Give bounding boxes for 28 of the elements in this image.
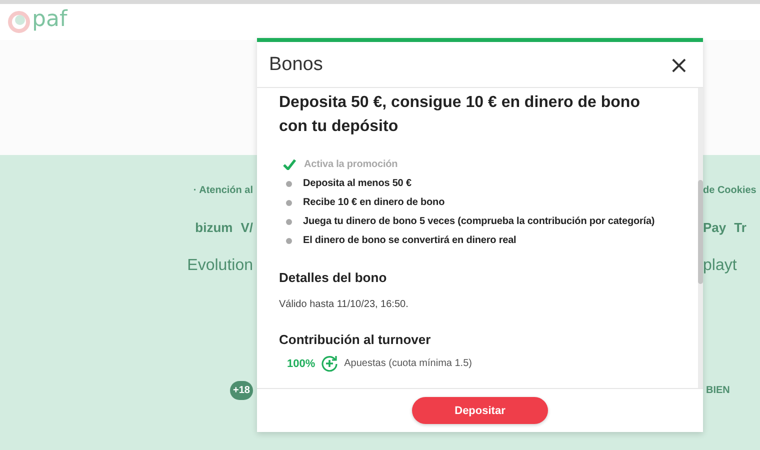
age-badge: +18 [230,381,253,400]
section-title: Contribución al turnover [279,332,432,347]
close-button[interactable]: × [666,52,691,76]
bonus-heading: Deposita 50 €, consigue 10 € en dinero de bono con tu depósito [279,93,641,137]
provider-logo: Evolution [187,257,253,275]
step-text: Recibe 10 € en dinero de bono [303,197,445,208]
footer-link[interactable]: · Atención al [193,185,253,199]
payment-logo: bizum [195,220,233,234]
step-text: El dinero de bono se convertirá en dinero real [303,235,516,246]
logo-icon [8,11,30,33]
section-title: Detalles del bono [279,270,388,285]
percentage-text: 100% [287,358,316,370]
payment-logo: Pay [703,220,726,234]
step-text: Deposita al menos 50 € [303,178,412,189]
deposit-button[interactable]: Depositar [412,397,548,424]
category-label: Apuestas (cuota mínima 1.5) [344,358,472,369]
payment-logo: Tr [734,220,746,234]
footer-link[interactable]: de Cookies [703,185,756,199]
responsible-gaming-logo: BIEN [705,384,731,398]
plus-refresh-icon [321,355,338,372]
step-text: Juega tu dinero de bono 5 veces (comprueba la contribución por categoría) [303,216,655,227]
scrollbar[interactable] [698,88,703,388]
site-logo[interactable]: paf [32,9,68,31]
provider-logo: playt [703,257,737,275]
dialog-title: Bonos [269,54,323,76]
validity-text: Válido hasta 11/10/23, 16:50. [279,299,410,310]
payment-logo: V/ [240,220,253,234]
step-text: Activa la promoción [304,159,398,170]
